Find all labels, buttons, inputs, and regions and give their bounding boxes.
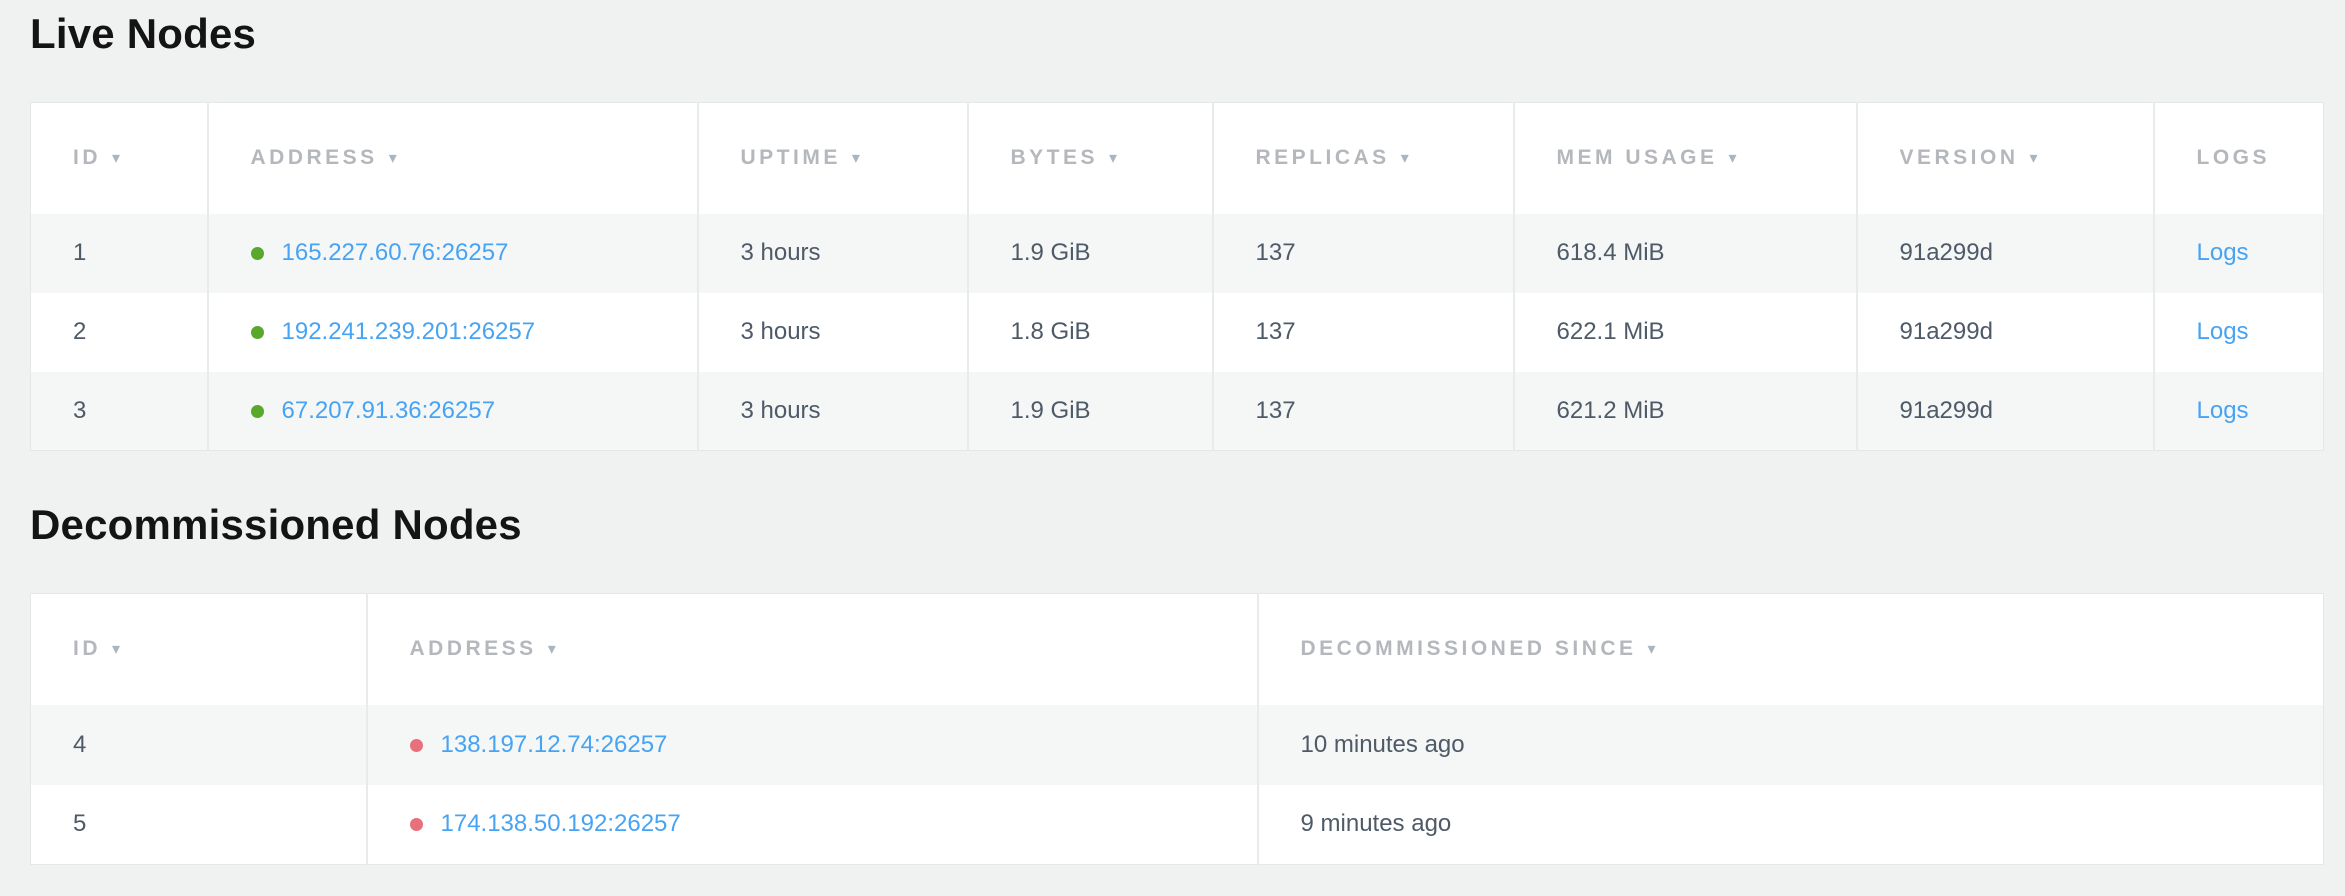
sort-desc-icon: ▾ — [548, 639, 556, 659]
live-status-icon — [251, 247, 264, 260]
version-cell: 91a299d — [1857, 372, 2154, 451]
column-header-decommissioned-since[interactable]: DECOMMISSIONED SINCE ▾ — [1258, 594, 2324, 705]
mem-usage-cell: 621.2 MiB — [1514, 372, 1857, 451]
column-header-version[interactable]: VERSION ▾ — [1857, 103, 2154, 214]
table-row: 1 165.227.60.76:26257 3 hours 1.9 GiB 13… — [31, 214, 2324, 293]
column-header-label: VERSION — [1900, 146, 2019, 169]
column-header-logs: LOGS — [2154, 103, 2324, 214]
sort-desc-icon: ▾ — [112, 148, 120, 168]
node-logs-link[interactable]: Logs — [2197, 239, 2249, 266]
decommissioned-status-icon — [410, 739, 423, 752]
node-id-cell: 5 — [31, 785, 367, 865]
column-header-label: BYTES — [1011, 146, 1099, 169]
decommissioned-status-icon — [410, 818, 423, 831]
table-row: 3 67.207.91.36:26257 3 hours 1.9 GiB 137… — [31, 372, 2324, 451]
node-address-cell: 192.241.239.201:26257 — [208, 293, 698, 372]
bytes-cell: 1.9 GiB — [968, 372, 1213, 451]
node-address-link[interactable]: 67.207.91.36:26257 — [282, 397, 496, 424]
mem-usage-cell: 622.1 MiB — [1514, 293, 1857, 372]
sort-desc-icon: ▾ — [1648, 639, 1656, 659]
logs-cell: Logs — [2154, 293, 2324, 372]
column-header-mem-usage[interactable]: MEM USAGE ▾ — [1514, 103, 1857, 214]
sort-desc-icon: ▾ — [1109, 148, 1117, 168]
decommissioned-nodes-title: Decommissioned Nodes — [30, 501, 2323, 549]
node-address-cell: 138.197.12.74:26257 — [367, 705, 1258, 785]
column-header-label: MEM USAGE — [1557, 146, 1718, 169]
replicas-cell: 137 — [1213, 214, 1514, 293]
sort-desc-icon: ▾ — [1729, 148, 1737, 168]
live-status-icon — [251, 326, 264, 339]
version-cell: 91a299d — [1857, 293, 2154, 372]
table-row: 4 138.197.12.74:26257 10 minutes ago — [31, 705, 2324, 785]
decommissioned-nodes-section: Decommissioned Nodes ID ▾ ADDRESS ▾ DECOMM… — [30, 501, 2323, 865]
live-status-icon — [251, 405, 264, 418]
column-header-id[interactable]: ID ▾ — [31, 103, 208, 214]
node-address-link[interactable]: 138.197.12.74:26257 — [441, 731, 668, 758]
nodes-overview-page: Live Nodes ID ▾ ADDRESS ▾ UPTIME ▾ — [0, 10, 2345, 865]
node-id-cell: 3 — [31, 372, 208, 451]
decommissioned-nodes-table: ID ▾ ADDRESS ▾ DECOMMISSIONED SINCE ▾ 4 138… — [30, 593, 2324, 865]
node-id-cell: 2 — [31, 293, 208, 372]
sort-desc-icon: ▾ — [112, 639, 120, 659]
decommissioned-since-cell: 9 minutes ago — [1258, 785, 2324, 865]
column-header-label: DECOMMISSIONED SINCE — [1301, 637, 1637, 660]
table-row: 5 174.138.50.192:26257 9 minutes ago — [31, 785, 2324, 865]
logs-cell: Logs — [2154, 214, 2324, 293]
live-nodes-title: Live Nodes — [30, 10, 2323, 58]
mem-usage-cell: 618.4 MiB — [1514, 214, 1857, 293]
column-header-label: UPTIME — [741, 146, 841, 169]
node-address-link[interactable]: 174.138.50.192:26257 — [441, 810, 681, 837]
column-header-label: ID — [73, 637, 101, 660]
sort-desc-icon: ▾ — [2030, 148, 2038, 168]
column-header-label: REPLICAS — [1256, 146, 1390, 169]
replicas-cell: 137 — [1213, 372, 1514, 451]
live-nodes-table: ID ▾ ADDRESS ▾ UPTIME ▾ BYTES ▾ REPLICAS ▾ — [30, 102, 2324, 451]
node-address-link[interactable]: 165.227.60.76:26257 — [282, 239, 509, 266]
table-row: 2 192.241.239.201:26257 3 hours 1.8 GiB … — [31, 293, 2324, 372]
node-address-cell: 174.138.50.192:26257 — [367, 785, 1258, 865]
uptime-cell: 3 hours — [698, 372, 968, 451]
uptime-cell: 3 hours — [698, 293, 968, 372]
bytes-cell: 1.8 GiB — [968, 293, 1213, 372]
column-header-address[interactable]: ADDRESS ▾ — [367, 594, 1258, 705]
column-header-label: ID — [73, 146, 101, 169]
node-address-cell: 165.227.60.76:26257 — [208, 214, 698, 293]
node-id-cell: 4 — [31, 705, 367, 785]
uptime-cell: 3 hours — [698, 214, 968, 293]
decommissioned-since-cell: 10 minutes ago — [1258, 705, 2324, 785]
logs-cell: Logs — [2154, 372, 2324, 451]
column-header-label: ADDRESS — [410, 637, 537, 660]
live-nodes-section: Live Nodes ID ▾ ADDRESS ▾ UPTIME ▾ — [30, 10, 2323, 451]
sort-desc-icon: ▾ — [389, 148, 397, 168]
node-logs-link[interactable]: Logs — [2197, 318, 2249, 345]
column-header-id[interactable]: ID ▾ — [31, 594, 367, 705]
live-header-row: ID ▾ ADDRESS ▾ UPTIME ▾ BYTES ▾ REPLICAS ▾ — [31, 103, 2324, 214]
bytes-cell: 1.9 GiB — [968, 214, 1213, 293]
column-header-label: LOGS — [2197, 146, 2271, 169]
node-logs-link[interactable]: Logs — [2197, 397, 2249, 424]
column-header-uptime[interactable]: UPTIME ▾ — [698, 103, 968, 214]
sort-desc-icon: ▾ — [852, 148, 860, 168]
node-address-link[interactable]: 192.241.239.201:26257 — [282, 318, 536, 345]
decommissioned-header-row: ID ▾ ADDRESS ▾ DECOMMISSIONED SINCE ▾ — [31, 594, 2324, 705]
node-id-cell: 1 — [31, 214, 208, 293]
replicas-cell: 137 — [1213, 293, 1514, 372]
column-header-replicas[interactable]: REPLICAS ▾ — [1213, 103, 1514, 214]
sort-desc-icon: ▾ — [1401, 148, 1409, 168]
node-address-cell: 67.207.91.36:26257 — [208, 372, 698, 451]
column-header-bytes[interactable]: BYTES ▾ — [968, 103, 1213, 214]
column-header-label: ADDRESS — [251, 146, 378, 169]
column-header-address[interactable]: ADDRESS ▾ — [208, 103, 698, 214]
version-cell: 91a299d — [1857, 214, 2154, 293]
